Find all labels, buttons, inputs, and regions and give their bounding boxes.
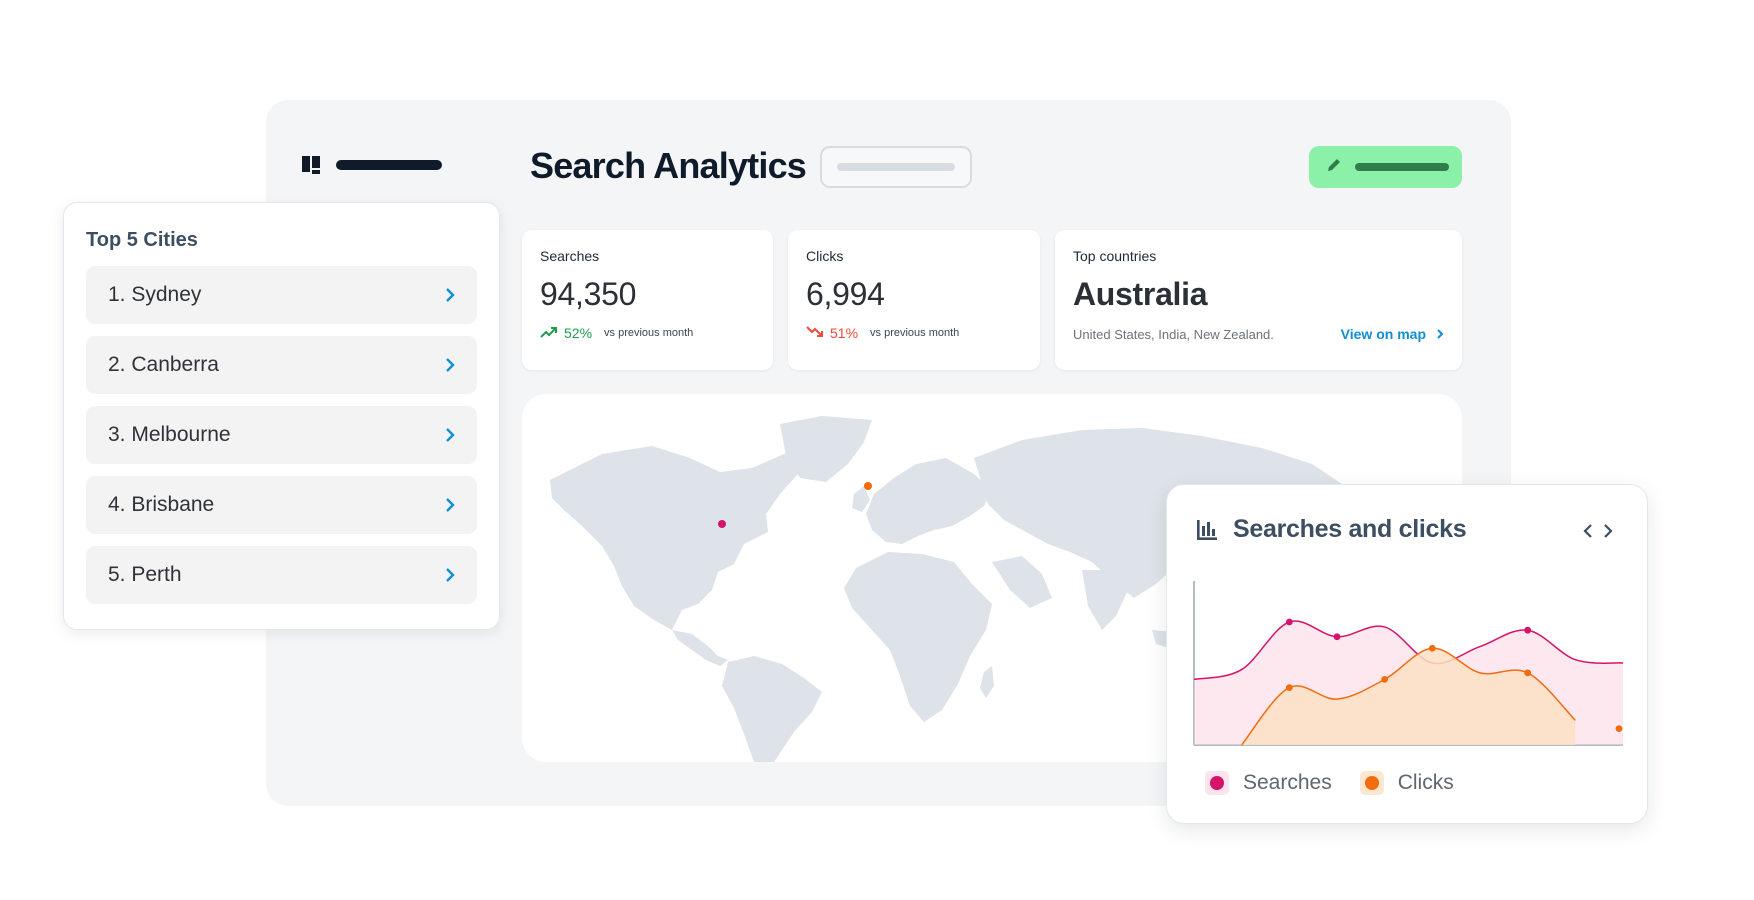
chevron-right-icon: [446, 498, 455, 512]
other-countries: United States, India, New Zealand.: [1073, 326, 1274, 342]
searches-clicks-chart: [1193, 581, 1623, 746]
top-countries-card: Top countries Australia United States, I…: [1055, 230, 1462, 370]
other-countries-row: United States, India, New Zealand. View …: [1073, 326, 1444, 342]
stat-label: Clicks: [806, 248, 844, 264]
south-america-shape: [722, 656, 822, 762]
searches-point: [1524, 626, 1532, 634]
searches-stat-card: Searches 94,350 52% vs previous month: [522, 230, 773, 370]
top-cities-card: Top 5 Cities 1. Sydney 2. Canberra 3. Me…: [63, 202, 500, 630]
city-item[interactable]: 1. Sydney: [86, 266, 477, 324]
pencil-icon: [1325, 156, 1343, 179]
legend-label: Clicks: [1397, 771, 1454, 794]
chevron-right-icon: [446, 428, 455, 442]
clicks-stat-card: Clicks 6,994 51% vs previous month: [788, 230, 1040, 370]
city-label: 3. Melbourne: [108, 423, 231, 446]
chevron-left-icon[interactable]: [1583, 523, 1593, 544]
page-title: Search Analytics: [530, 145, 807, 186]
stat-value: 94,350: [540, 276, 637, 312]
europe-shape: [866, 458, 992, 544]
dashboard-icon: [302, 156, 320, 174]
chart-legend: Searches Clicks: [1205, 771, 1454, 795]
city-item[interactable]: 5. Perth: [86, 546, 477, 604]
stat-compare: vs previous month: [604, 327, 694, 339]
madagascar-shape: [980, 666, 994, 698]
chevron-right-icon[interactable]: [1603, 523, 1613, 544]
stat-change: 52%: [564, 325, 593, 341]
clicks-point: [1428, 644, 1436, 652]
brand[interactable]: [302, 156, 442, 174]
city-list: 1. Sydney 2. Canberra 3. Melbourne 4. Br…: [86, 266, 477, 604]
edit-button[interactable]: [1309, 146, 1462, 188]
city-item[interactable]: 2. Canberra: [86, 336, 477, 394]
chevron-right-icon: [446, 568, 455, 582]
stat-label: Top countries: [1073, 248, 1157, 264]
trend-up-icon: [540, 325, 558, 341]
stat-label: Searches: [540, 248, 600, 264]
city-label: 5. Perth: [108, 563, 182, 586]
clicks-point: [1381, 676, 1389, 683]
central-america-shape: [672, 630, 728, 666]
chevron-right-icon: [446, 358, 455, 372]
clicks-point: [1615, 725, 1623, 732]
clicks-point: [1285, 684, 1293, 691]
legend-label: Searches: [1243, 771, 1332, 794]
chart-title: Searches and clicks: [1233, 515, 1467, 543]
legend-item-clicks[interactable]: Clicks: [1359, 771, 1454, 795]
searches-point: [1333, 633, 1341, 641]
arabia-shape: [992, 556, 1052, 608]
searches-clicks-card: Searches and clicks Searches Clicks: [1166, 484, 1648, 824]
top-cities-title: Top 5 Cities: [86, 229, 198, 251]
chevron-right-icon: [446, 288, 455, 302]
city-label: 1. Sydney: [108, 283, 202, 306]
edit-button-placeholder: [1355, 163, 1449, 171]
city-item[interactable]: 4. Brisbane: [86, 476, 477, 534]
city-item[interactable]: 3. Melbourne: [86, 406, 477, 464]
map-marker-clicks: [864, 482, 872, 490]
searches-swatch: [1205, 771, 1229, 795]
brand-placeholder: [336, 160, 442, 170]
clicks-swatch: [1359, 771, 1384, 795]
map-marker-searches: [718, 520, 726, 528]
filter-pill[interactable]: [820, 146, 972, 188]
searches-point: [1285, 618, 1293, 626]
view-on-map-label: View on map: [1340, 326, 1426, 342]
city-label: 2. Canberra: [108, 353, 219, 376]
chart-nav: [1583, 523, 1613, 544]
stat-value: Australia: [1073, 276, 1208, 312]
city-label: 4. Brisbane: [108, 493, 215, 516]
view-on-map-link[interactable]: View on map: [1341, 326, 1444, 342]
app-canvas: Search Analytics Searches 94,350 52% vs …: [0, 0, 1754, 900]
chevron-right-icon: [1437, 329, 1444, 339]
stat-compare: vs previous month: [870, 327, 960, 339]
stat-change: 51%: [830, 325, 859, 341]
stat-value: 6,994: [806, 276, 885, 312]
bar-chart-icon: [1197, 519, 1217, 540]
clicks-point: [1524, 669, 1532, 677]
africa-shape: [844, 552, 992, 722]
chart-header: Searches and clicks: [1195, 515, 1467, 544]
stat-trend: 52% vs previous month: [540, 325, 755, 341]
legend-item-searches[interactable]: Searches: [1205, 771, 1332, 795]
stat-trend: 51% vs previous month: [806, 325, 1022, 341]
trend-down-icon: [806, 325, 824, 341]
